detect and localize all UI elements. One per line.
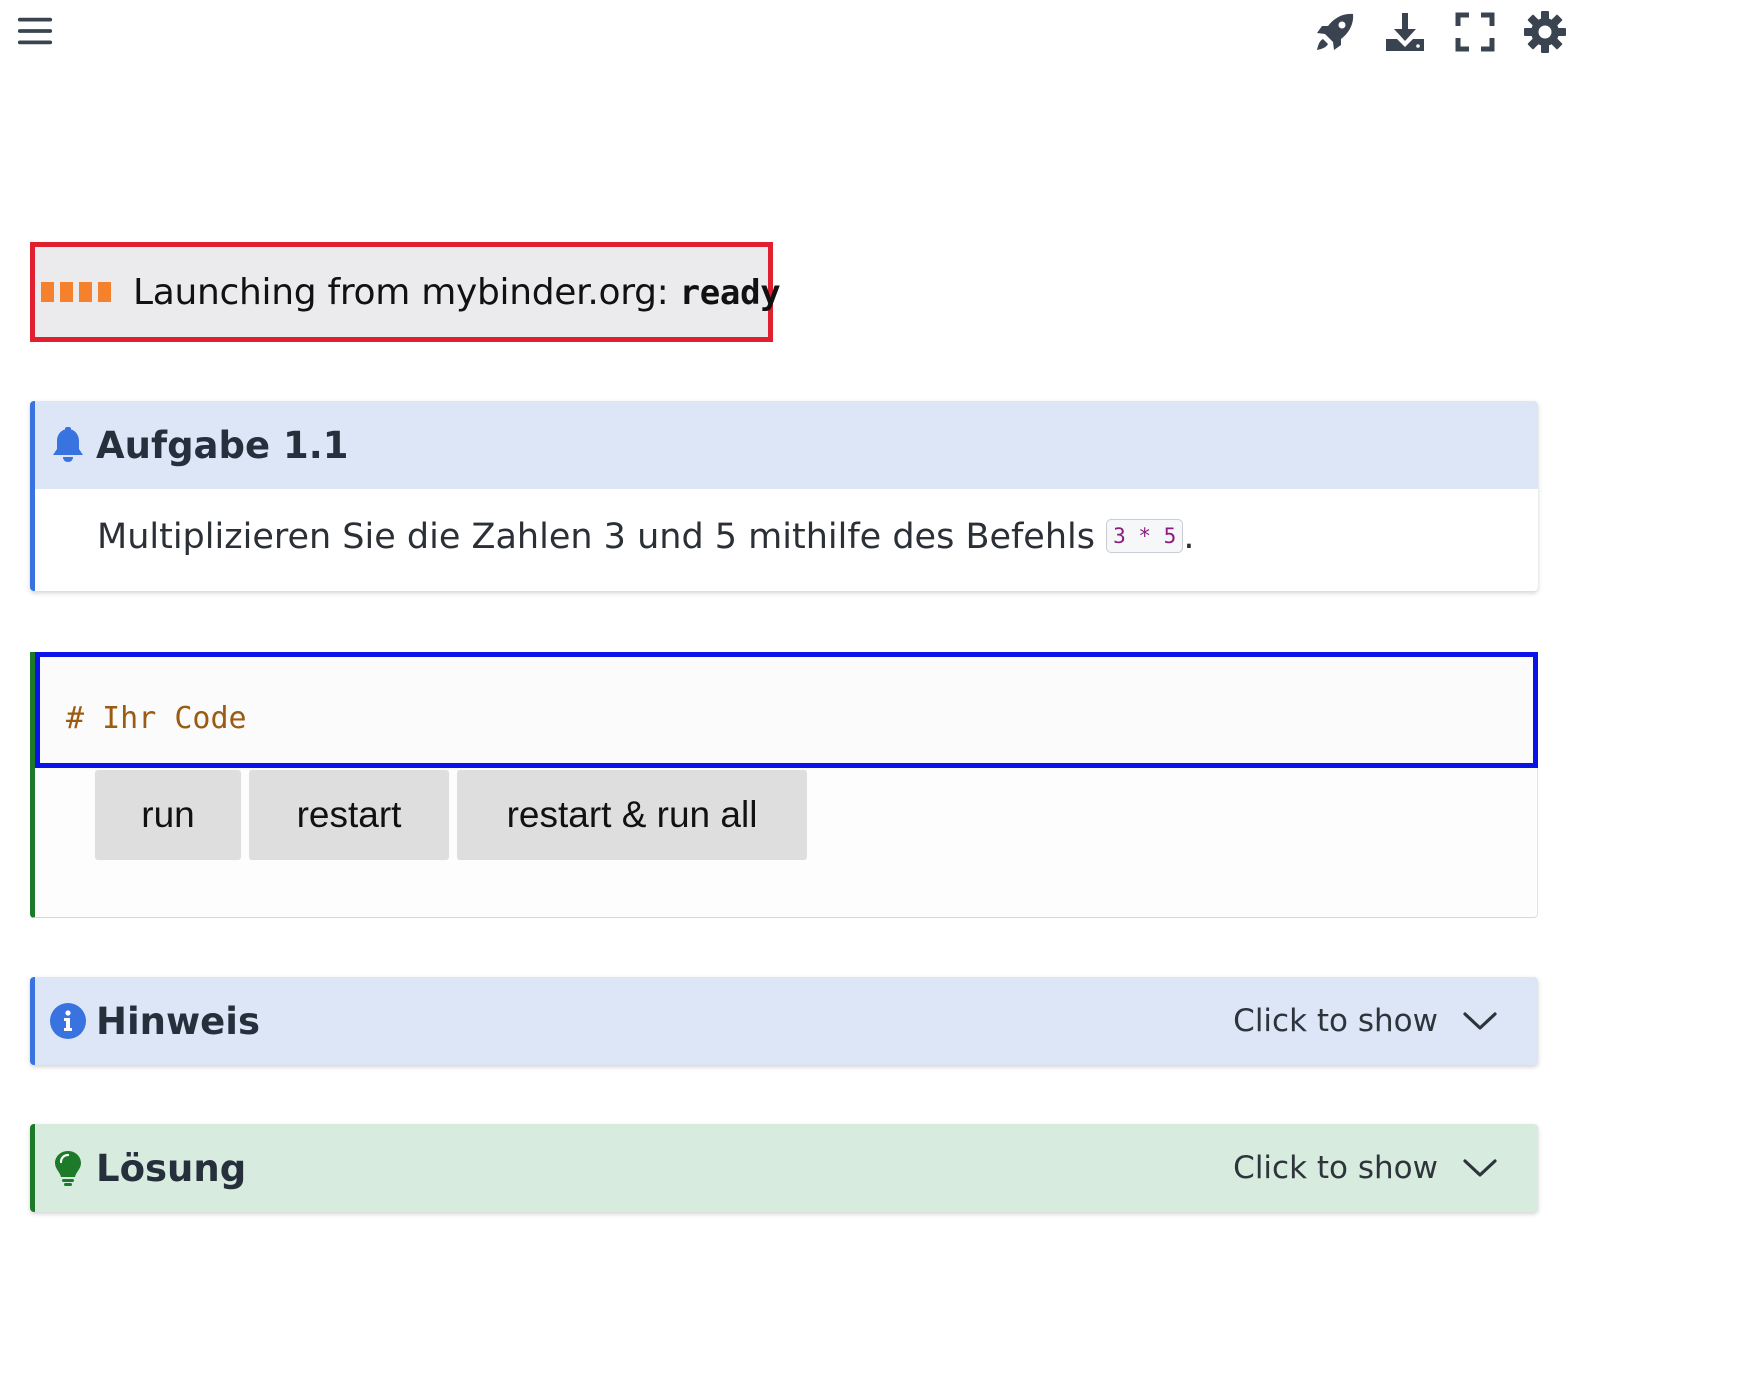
status-text: Launching from mybinder.org: ready xyxy=(133,271,781,313)
hamburger-menu-icon xyxy=(17,17,53,45)
toolbar xyxy=(1300,6,1580,58)
gear-icon xyxy=(1524,11,1566,53)
restart-button[interactable]: restart xyxy=(249,770,449,860)
status-progress-icon xyxy=(41,282,111,302)
launch-status: Launching from mybinder.org: ready xyxy=(30,242,781,342)
hint-toggle-label: Click to show xyxy=(1233,1003,1438,1039)
download-icon xyxy=(1386,13,1424,51)
task-header: Aufgabe 1.1 xyxy=(35,401,1538,489)
status-state: ready xyxy=(679,272,781,313)
task-admonition: Aufgabe 1.1 Multiplizieren Sie die Zahle… xyxy=(30,401,1538,591)
solution-admonition[interactable]: Lösung Click to show xyxy=(30,1124,1538,1212)
launch-button[interactable] xyxy=(1300,6,1370,58)
chevron-down-icon xyxy=(1463,1012,1497,1030)
bell-icon xyxy=(49,426,87,464)
download-button[interactable] xyxy=(1370,6,1440,58)
rocket-icon xyxy=(1317,13,1354,50)
chevron-down-icon xyxy=(1463,1159,1497,1177)
hint-title: Hinweis xyxy=(96,999,260,1043)
settings-button[interactable] xyxy=(1510,6,1580,58)
solution-title: Lösung xyxy=(96,1146,247,1190)
cell-controls: run restart restart & run all xyxy=(95,770,807,860)
hint-toggle[interactable]: Click to show xyxy=(1233,977,1498,1065)
task-text: Multiplizieren Sie die Zahlen 3 und 5 mi… xyxy=(97,517,1195,557)
hint-admonition[interactable]: Hinweis Click to show xyxy=(30,977,1538,1065)
code-comment: # Ihr Code xyxy=(66,701,247,736)
lightbulb-icon xyxy=(49,1149,87,1187)
solution-toggle[interactable]: Click to show xyxy=(1233,1124,1498,1212)
solution-toggle-label: Click to show xyxy=(1233,1150,1438,1186)
info-icon xyxy=(49,1002,87,1040)
task-title: Aufgabe 1.1 xyxy=(96,423,349,467)
restart-run-all-button[interactable]: restart & run all xyxy=(457,770,807,860)
fullscreen-button[interactable] xyxy=(1440,6,1510,58)
code-cell: # Ihr Code run restart restart & run all xyxy=(30,652,1538,918)
inline-code: 3 * 5 xyxy=(1106,519,1184,553)
run-button[interactable]: run xyxy=(95,770,241,860)
menu-button[interactable] xyxy=(16,12,56,52)
code-editor[interactable]: # Ihr Code xyxy=(35,652,1538,768)
fullscreen-icon xyxy=(1455,12,1495,52)
